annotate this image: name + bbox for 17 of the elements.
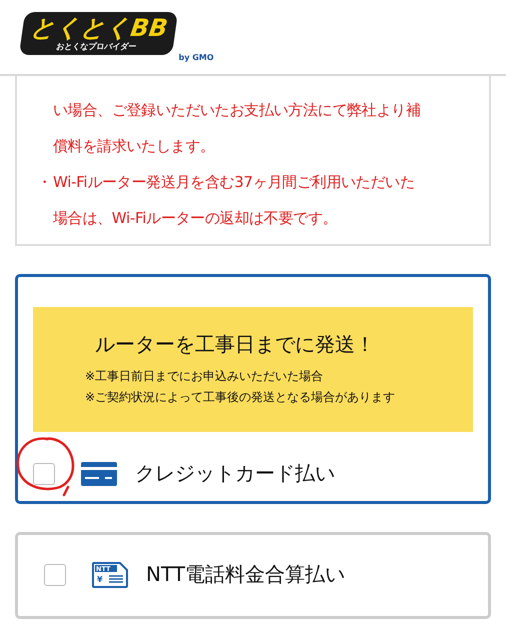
logo-tagline: おとくなプロバイダー: [56, 42, 138, 52]
payment-option-card[interactable]: ルーターを工事日までに発送！ ※工事日前日までにお申込みいただいた場合 ※ご契約状況によって工事後の発送となる場合があります クレジットカード払い: [15, 274, 491, 504]
checkbox[interactable]: [44, 564, 66, 586]
notice-text: い場合、ご登録いただいたお支払い方法にて弊社より補: [53, 100, 421, 120]
payment-label: クレジットカード払い: [135, 460, 335, 487]
notice-text: 償料を請求いたします。: [53, 136, 215, 156]
promo-title: ルーターを工事日までに発送！: [95, 331, 376, 358]
logo-title: とくとくBB: [28, 14, 170, 42]
credit-card-icon: [81, 462, 117, 486]
checkbox[interactable]: [33, 462, 55, 484]
payment-label: NTT電話料金合算払い: [146, 561, 346, 588]
notice-text: Wi-Fiルーター発送月を含む37ヶ月間ご利用いただいた: [53, 172, 414, 192]
notice-text: 場合は、Wi-Fiルーターの返却は不要です。: [53, 208, 338, 228]
promo-note: ※ご契約状況によって工事後の発送となる場合があります: [85, 389, 396, 406]
bullet-mark: ・: [37, 172, 51, 192]
brand-credit: by GMO: [178, 53, 214, 62]
promo-note: ※工事日前日までにお申込みいただいた場合: [85, 368, 324, 385]
